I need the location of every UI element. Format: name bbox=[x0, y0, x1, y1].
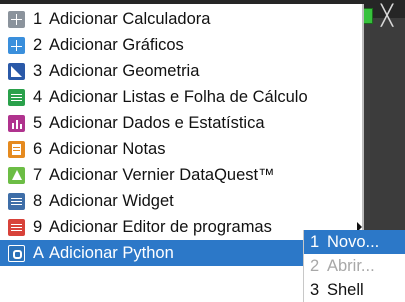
menu-item-number: A bbox=[33, 243, 45, 262]
submenu-item-shell[interactable]: 3 Shell bbox=[304, 278, 405, 302]
menu-item-number: 2 bbox=[33, 35, 43, 54]
menu-item-label: Adicionar Geometria bbox=[49, 61, 200, 80]
python-submenu: 1 Novo... 2 Abrir... 3 Shell bbox=[304, 230, 405, 302]
geometry-icon bbox=[8, 62, 25, 80]
menu-item-label: Adicionar Notas bbox=[49, 139, 166, 158]
menu-item-add-data-statistics[interactable]: 5 Adicionar Dados e Estatística bbox=[0, 110, 362, 136]
menu-item-label: Adicionar Gráficos bbox=[49, 35, 184, 54]
menu-item-label: Adicionar Vernier DataQuest™ bbox=[49, 165, 275, 184]
submenu-item-open[interactable]: 2 Abrir... bbox=[304, 254, 405, 278]
spreadsheet-icon bbox=[8, 88, 25, 106]
menu-item-add-widget[interactable]: 8 Adicionar Widget bbox=[0, 188, 362, 214]
menu-item-add-vernier-dataquest[interactable]: 7 Adicionar Vernier DataQuest™ bbox=[0, 162, 362, 188]
menu-item-label: Adicionar Calculadora bbox=[49, 9, 211, 28]
menu-item-number: 3 bbox=[33, 61, 43, 80]
submenu-item-number: 1 bbox=[310, 232, 320, 251]
notes-icon bbox=[8, 140, 25, 158]
widget-icon bbox=[8, 192, 25, 210]
program-editor-icon bbox=[8, 218, 25, 236]
menu-item-label: Adicionar Dados e Estatística bbox=[49, 113, 265, 132]
python-icon bbox=[8, 244, 25, 262]
menu-item-label: Adicionar Widget bbox=[49, 191, 174, 210]
graphs-icon bbox=[8, 36, 25, 54]
menu-item-add-notes[interactable]: 6 Adicionar Notas bbox=[0, 136, 362, 162]
menu-item-add-geometry[interactable]: 3 Adicionar Geometria bbox=[0, 58, 362, 84]
menu-item-add-lists-spreadsheet[interactable]: 4 Adicionar Listas e Folha de Cálculo bbox=[0, 84, 362, 110]
submenu-item-label: Shell bbox=[327, 280, 364, 299]
menu-item-number: 9 bbox=[33, 217, 43, 236]
submenu-item-new[interactable]: 1 Novo... bbox=[304, 230, 405, 254]
menu-item-number: 7 bbox=[33, 165, 43, 184]
vernier-icon bbox=[8, 166, 25, 184]
menu-item-number: 5 bbox=[33, 113, 43, 132]
calculator-icon bbox=[8, 10, 25, 28]
menu-item-label: Adicionar Editor de programas bbox=[49, 217, 272, 236]
menu-item-number: 1 bbox=[33, 9, 43, 28]
menu-item-add-calculator[interactable]: 1 Adicionar Calculadora bbox=[0, 6, 362, 32]
menu-item-number: 8 bbox=[33, 191, 43, 210]
submenu-item-label: Abrir... bbox=[327, 256, 375, 275]
menu-item-number: 6 bbox=[33, 139, 43, 158]
submenu-item-number: 2 bbox=[310, 256, 320, 275]
menu-item-label: Adicionar Python bbox=[49, 243, 174, 262]
submenu-item-number: 3 bbox=[310, 280, 320, 299]
menu-item-label: Adicionar Listas e Folha de Cálculo bbox=[49, 87, 308, 106]
submenu-item-label: Novo... bbox=[327, 232, 380, 251]
close-icon[interactable]: ╳ bbox=[372, 4, 402, 28]
menu-item-number: 4 bbox=[33, 87, 43, 106]
menu-item-add-graphs[interactable]: 2 Adicionar Gráficos bbox=[0, 32, 362, 58]
data-stats-icon bbox=[8, 114, 25, 132]
